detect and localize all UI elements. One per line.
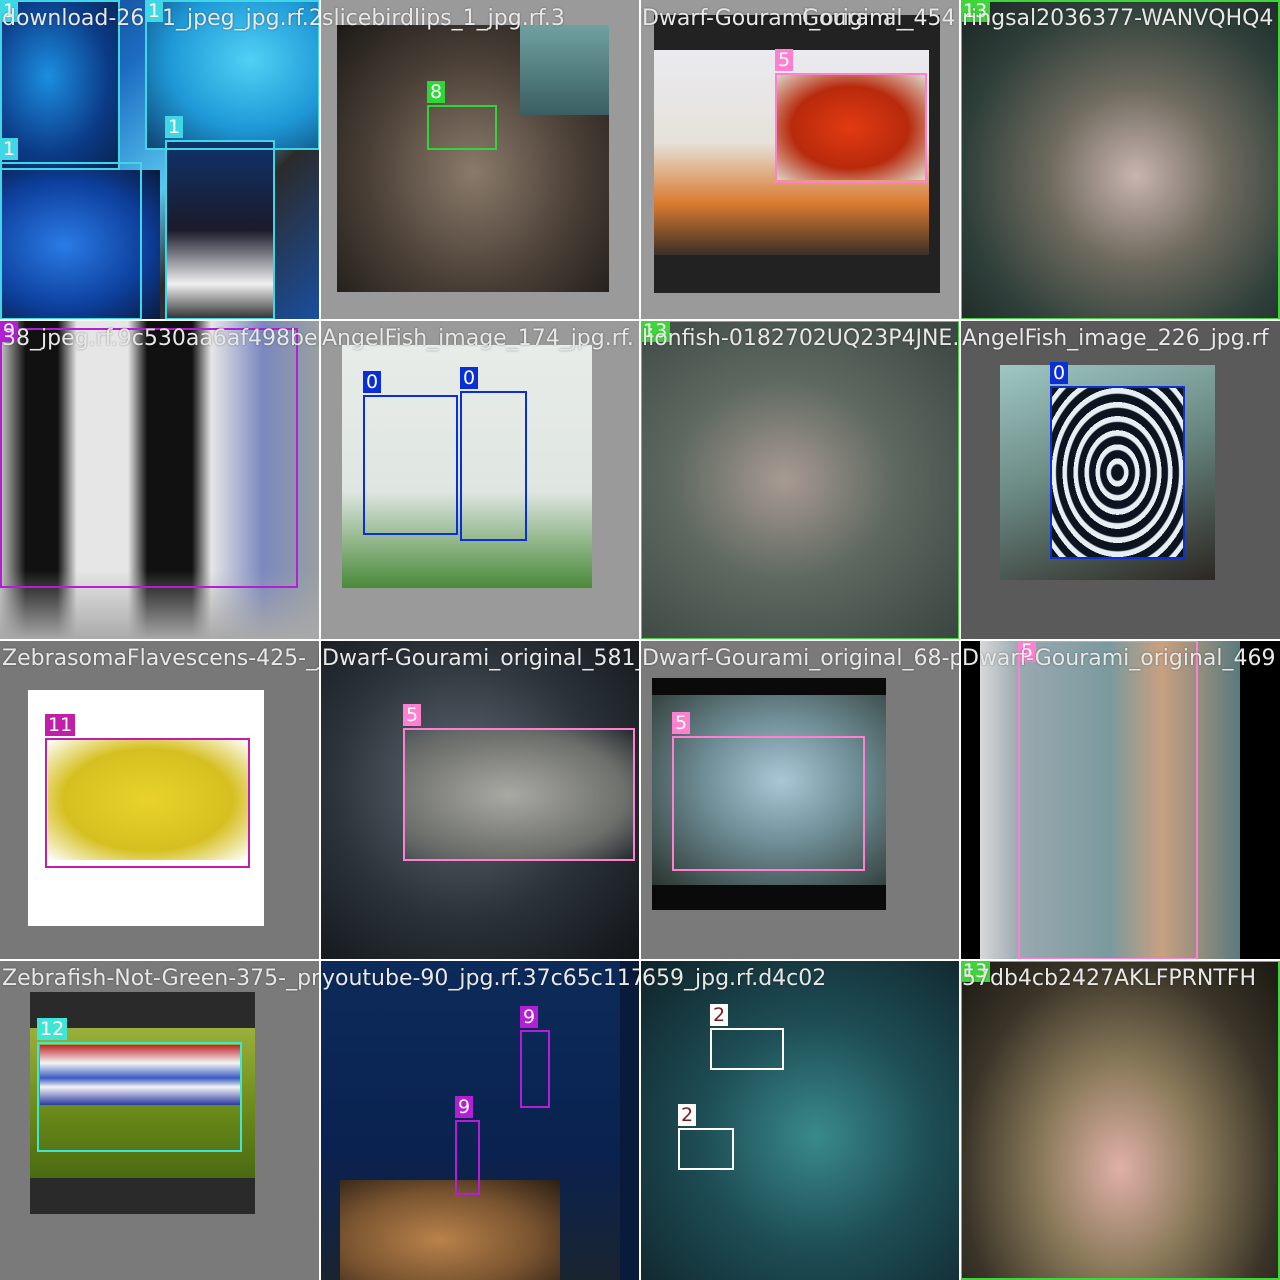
image-tile: 13 57db4cb2427AKLFPRNTFH bbox=[960, 960, 1280, 1280]
class-label: 1 bbox=[165, 116, 184, 138]
bounding-box bbox=[678, 1128, 734, 1170]
image-tile: 938_jpeg.rf.9c530aa6af498be3e2e4b bbox=[0, 320, 320, 640]
class-label: 5 bbox=[1018, 640, 1037, 662]
bounding-box bbox=[1018, 640, 1198, 960]
bounding-box bbox=[165, 140, 275, 320]
class-label: 0 bbox=[363, 371, 382, 393]
image-tile: 99youtube-90_jpg.rf.37c65c1176993361d688… bbox=[320, 960, 640, 1280]
image-tile: 8 slicebirdlips_1_jpg.rf.3 bbox=[320, 0, 640, 320]
mosaic-grid: 1111download-261_jpeg_jpg.rf.20d94f1bf2d… bbox=[0, 0, 1280, 1280]
class-label: 13 bbox=[960, 960, 991, 982]
filename-caption: Dwarf-Gourami_original_68-png.rf.a657 bbox=[642, 646, 960, 671]
bounding-box bbox=[520, 1030, 550, 1108]
image-tile: 5Dwarf-Gourami_original_581_png.rf.e07b1… bbox=[320, 640, 640, 960]
class-label: 5 bbox=[672, 712, 691, 734]
class-label: 5 bbox=[403, 704, 422, 726]
bounding-box bbox=[1050, 386, 1185, 559]
filename-caption: AngelFish_image_226_jpg.rf bbox=[962, 326, 1269, 351]
filename-caption: Zebrafish-Not-Green-375-_png.rf.95d0 bbox=[2, 966, 320, 991]
bounding-box bbox=[460, 391, 527, 541]
bounding-box bbox=[455, 1120, 480, 1195]
class-label: 9 bbox=[520, 1006, 539, 1028]
filename-caption: ZebrasomaFlavescens-425-_jpg.rf.2dccd36 bbox=[2, 646, 320, 671]
bounding-box bbox=[640, 320, 960, 640]
tile-divider bbox=[0, 959, 1280, 961]
bounding-box bbox=[960, 0, 1280, 320]
bounding-box bbox=[0, 328, 298, 588]
class-label: 1 bbox=[145, 0, 164, 22]
bounding-box bbox=[0, 162, 142, 320]
image-tile: 13 lionfish-0182702UQ23P4JNE.jpg bbox=[640, 320, 960, 640]
image-tile: 0 0 AngelFish_image_174_jpg.rf. bbox=[320, 320, 640, 640]
image-tile: 12 Zebrafish-Not-Green-375-_png.rf.95d0 bbox=[0, 960, 320, 1280]
bounding-box bbox=[37, 1042, 242, 1152]
class-label: 5 bbox=[775, 49, 794, 71]
class-label: 9 bbox=[0, 320, 19, 342]
image-tile: 1111download-261_jpeg_jpg.rf.20d94f1bf2d… bbox=[0, 0, 320, 320]
class-label: 2 bbox=[710, 1004, 729, 1026]
tile-divider bbox=[959, 0, 961, 1280]
bounding-box bbox=[363, 395, 458, 535]
image-tile: 0 AngelFish_image_226_jpg.rf bbox=[960, 320, 1280, 640]
class-label: 11 bbox=[45, 714, 76, 736]
class-label: 12 bbox=[37, 1018, 68, 1040]
image-tile: 5 Dwarf-Gourami_original_469 bbox=[960, 640, 1280, 960]
image-tile: 5 Dwarf-Gourami_original_454 Gourami_ bbox=[640, 0, 960, 320]
bounding-box bbox=[427, 105, 497, 150]
class-label: 0 bbox=[460, 367, 479, 389]
image-region bbox=[520, 25, 609, 115]
image-tile: 2 2 659_jpg.rf.d4c02 bbox=[640, 960, 960, 1280]
class-label: 13 bbox=[960, 0, 991, 22]
class-label: 13 bbox=[640, 320, 671, 342]
bounding-box bbox=[710, 1028, 784, 1070]
tile-divider bbox=[0, 639, 1280, 641]
bounding-box bbox=[672, 736, 865, 871]
image-region bbox=[340, 1180, 560, 1280]
bounding-box bbox=[960, 960, 1280, 1280]
image-tile: 5 Dwarf-Gourami_original_68-png.rf.a657 bbox=[640, 640, 960, 960]
class-label: 9 bbox=[455, 1096, 474, 1118]
class-label: 1 bbox=[0, 0, 19, 22]
image-tile: 11 ZebrasomaFlavescens-425-_jpg.rf.2dccd3… bbox=[0, 640, 320, 960]
image-tile: 13 ringsal2036377-WANVQHQ4 bbox=[960, 0, 1280, 320]
bounding-box bbox=[775, 73, 927, 183]
bounding-box bbox=[45, 738, 250, 868]
class-label: 2 bbox=[678, 1104, 697, 1126]
class-label: 1 bbox=[0, 138, 19, 160]
class-label: 8 bbox=[427, 81, 446, 103]
bounding-box bbox=[403, 728, 635, 861]
class-label: 0 bbox=[1050, 362, 1069, 384]
